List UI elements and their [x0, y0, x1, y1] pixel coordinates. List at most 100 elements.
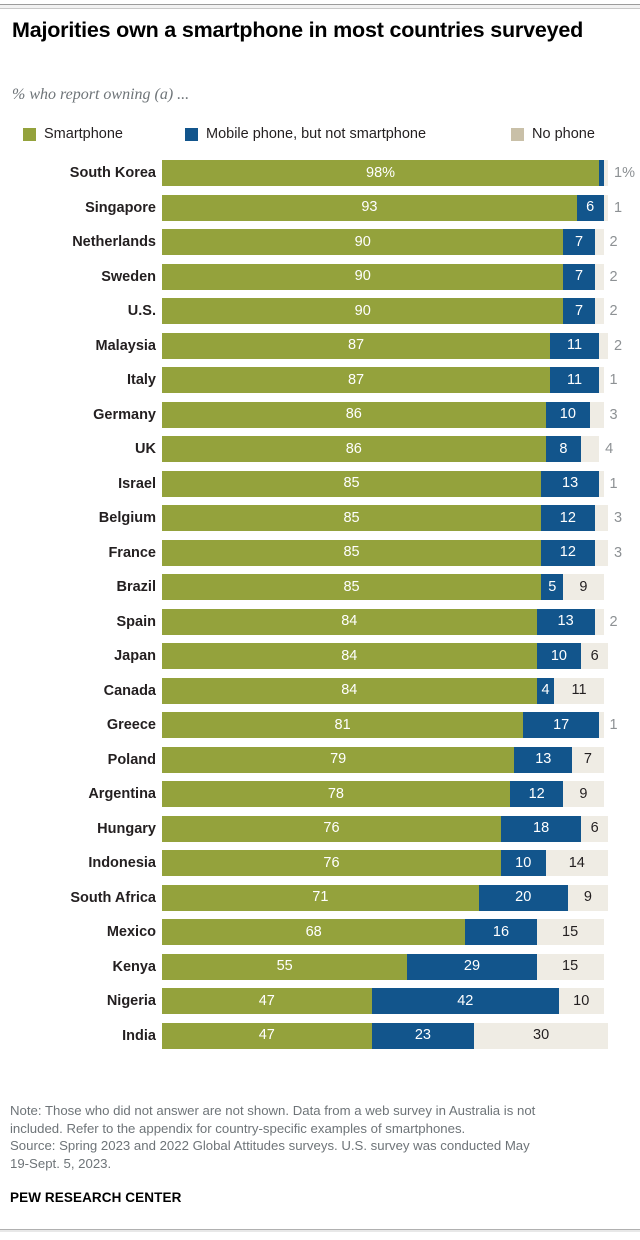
bar-value-mobile-phone: 11 [567, 337, 583, 354]
bar-segment-no-phone: 10 [558, 988, 604, 1014]
bar-segment-no-phone: 30 [474, 1022, 608, 1049]
bar-track: 68 16 15 [162, 919, 608, 945]
bar-value-smartphone: 86 [345, 406, 362, 423]
bar-segment-smartphone: 84 [162, 643, 537, 669]
bar-segment-mobile-phone: 18 [500, 815, 582, 842]
country-label: Kenya [112, 958, 156, 975]
bar-value-mobile-phone: 20 [515, 889, 532, 906]
bar-value-no-phone: 3 [609, 406, 618, 423]
chart-row: Germany 86 10 3 [0, 401, 640, 437]
country-label: Netherlands [72, 234, 156, 250]
bar-value-smartphone: 87 [347, 371, 365, 388]
bar-segment-no-phone: 14 [545, 850, 608, 876]
top-divider [0, 4, 640, 9]
bar-segment-smartphone: 85 [162, 470, 542, 497]
bar-segment-smartphone: 71 [162, 884, 479, 911]
chart-row: Singapore 93 6 1 [0, 194, 640, 230]
bar-value-smartphone: 90 [354, 268, 371, 285]
chart-row: Canada 84 4 11 [0, 677, 640, 713]
bar-value-no-phone: 3 [614, 544, 623, 561]
pew-research-center-brand: PEW RESEARCH CENTER [10, 1190, 182, 1205]
country-label: Israel [118, 475, 156, 492]
country-label: Nigeria [106, 993, 156, 1009]
chart-row: Italy 87 11 1 [0, 367, 640, 402]
legend-item-smartphone: Smartphone [23, 124, 123, 144]
bar-value-mobile-phone: 18 [533, 820, 550, 837]
bar-segment-mobile-phone: 12 [509, 781, 564, 807]
bar-value-smartphone: 93 [361, 199, 378, 216]
chart-row: Mexico 68 16 15 [0, 919, 640, 954]
bar-segment-mobile-phone: 10 [536, 643, 582, 669]
country-label: U.S. [127, 303, 156, 319]
bar-value-mobile-phone: 5 [548, 578, 557, 595]
bar-value-smartphone: 98% [366, 164, 396, 181]
bar-value-smartphone: 85 [343, 578, 360, 595]
bar-segment-mobile-phone: 29 [407, 953, 537, 980]
page-title: Majorities own a smartphone in most coun… [12, 18, 584, 42]
bar-track: 71 20 9 [162, 884, 608, 911]
legend-item-no-phone: No phone [511, 124, 595, 144]
chart-row: U.S. 90 7 2 [0, 298, 640, 333]
bar-value-mobile-phone: 6 [586, 199, 595, 216]
bar-value-no-phone: 2 [614, 337, 623, 354]
bar-segment-smartphone: 47 [162, 988, 372, 1014]
bar-value-smartphone: 84 [341, 682, 358, 699]
country-label: Japan [114, 648, 156, 664]
bar-value-mobile-phone: 29 [463, 958, 481, 975]
country-label: France [108, 544, 156, 561]
bar-segment-mobile-phone: 10 [500, 850, 546, 876]
country-label: Greece [106, 717, 156, 733]
bar-value-no-phone: 6 [590, 647, 599, 664]
bar-track: 84 4 11 [162, 677, 608, 704]
bar-value-mobile-phone: 13 [535, 751, 552, 768]
bar-value-no-phone: 3 [614, 510, 623, 526]
bottom-divider [0, 1229, 640, 1232]
pew-chart-page: Majorities own a smartphone in most coun… [0, 0, 640, 1240]
bar-track: 93 6 1 [162, 194, 622, 221]
country-label: Singapore [85, 199, 156, 216]
country-label: Brazil [116, 579, 157, 595]
bar-value-no-phone: 10 [573, 992, 590, 1009]
bar-value-no-phone: 15 [562, 958, 579, 975]
bar-segment-mobile-phone: 10 [545, 401, 591, 428]
bar-segment-smartphone: 84 [162, 677, 537, 704]
bar-segment-smartphone: 84 [162, 608, 537, 635]
bar-value-smartphone: 76 [323, 820, 340, 837]
bar-segment-mobile-phone: 12 [541, 505, 595, 531]
bar-value-mobile-phone: 7 [574, 233, 584, 250]
bar-value-smartphone: 84 [341, 647, 358, 664]
bar-segment-smartphone: 98% [162, 160, 600, 186]
bar-segment-no-phone [594, 263, 604, 290]
bar-value-smartphone: 87 [347, 337, 365, 354]
bar-segment-no-phone: 6 [581, 643, 608, 669]
bar-segment-smartphone: 90 [162, 263, 564, 290]
bar-value-no-phone: 1% [614, 165, 635, 181]
bar-value-no-phone: 6 [590, 820, 599, 837]
chart-row: Indonesia 76 10 14 [0, 850, 640, 885]
chart-row: Malaysia 87 11 2 [0, 332, 640, 368]
bar-value-mobile-phone: 7 [574, 302, 584, 319]
bar-segment-smartphone: 85 [162, 505, 542, 531]
chart-row: Japan 84 10 6 [0, 643, 640, 678]
source-line-1: Source: Spring 2023 and 2022 Global Atti… [10, 1138, 530, 1153]
bar-segment-smartphone: 87 [162, 367, 551, 393]
bar-value-smartphone: 86 [345, 440, 362, 457]
bar-value-smartphone: 55 [276, 958, 293, 975]
bar-segment-mobile-phone: 5 [541, 574, 564, 600]
bar-value-smartphone: 85 [343, 475, 360, 492]
bar-segment-no-phone [590, 401, 604, 428]
bar-segment-mobile-phone: 13 [514, 746, 573, 773]
country-label: Mexico [106, 924, 156, 940]
bar-track: 90 7 2 [162, 263, 618, 290]
legend-label-smartphone: Smartphone [44, 126, 123, 142]
bar-value-smartphone: 85 [343, 544, 360, 561]
bar-value-no-phone: 2 [609, 234, 618, 250]
bar-value-mobile-phone: 4 [541, 682, 550, 699]
bar-track: 84 10 6 [162, 643, 608, 669]
bar-value-mobile-phone: 10 [515, 854, 532, 871]
chart-row: India 47 23 30 [0, 1022, 640, 1058]
bar-value-no-phone: 9 [579, 578, 588, 595]
bar-segment-mobile-phone: 16 [465, 919, 537, 945]
bar-segment-smartphone: 76 [162, 850, 501, 876]
country-label: Indonesia [88, 855, 156, 871]
